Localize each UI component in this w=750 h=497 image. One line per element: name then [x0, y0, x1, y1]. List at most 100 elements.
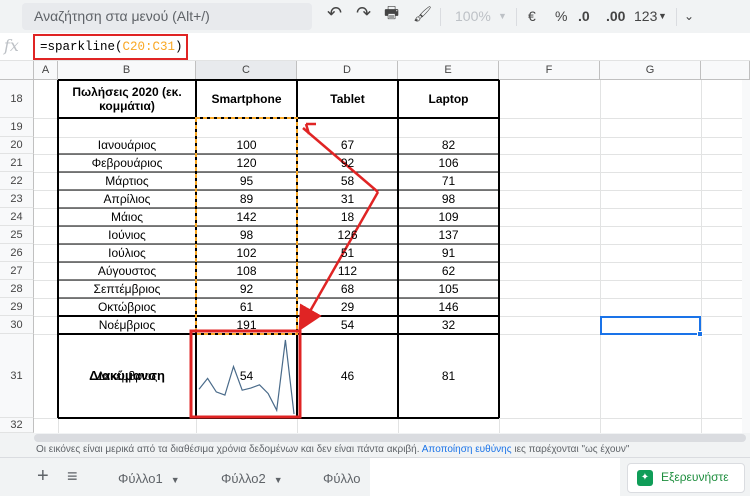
smartphone-cell[interactable]: 54 — [196, 334, 297, 418]
variance-label[interactable]: Διακύμανση — [58, 334, 196, 418]
more-formats-button[interactable]: 123 — [634, 7, 657, 25]
tablet-cell[interactable]: 68 — [297, 280, 398, 298]
sheet-tab-3[interactable]: Φύλλο — [323, 466, 361, 492]
tablet-cell[interactable]: 126 — [297, 226, 398, 244]
header-laptop[interactable]: Laptop — [398, 80, 499, 118]
tablet-cell[interactable]: 54 — [297, 316, 398, 334]
header-sales-2020[interactable]: Πωλήσεις 2020 (εκ. κομμάτια) — [58, 80, 196, 118]
increase-decimal-button[interactable]: .00 — [606, 7, 625, 25]
laptop-cell[interactable]: 91 — [398, 244, 499, 262]
column-header-c[interactable]: C — [196, 61, 297, 80]
laptop-cell[interactable]: 105 — [398, 280, 499, 298]
column-header-f[interactable]: F — [499, 61, 600, 80]
smartphone-cell[interactable]: 92 — [196, 280, 297, 298]
sheet-tab-1[interactable]: Φύλλο1 ▼ — [118, 466, 180, 492]
month-cell[interactable]: Ιούλιος — [58, 244, 196, 262]
column-header-a[interactable]: A — [34, 61, 58, 80]
selected-cell-g31[interactable] — [600, 316, 701, 335]
row-header-21[interactable]: 21 — [0, 154, 34, 172]
smartphone-cell[interactable]: 142 — [196, 208, 297, 226]
smartphone-cell[interactable]: 61 — [196, 298, 297, 316]
vertical-scrollbar[interactable] — [742, 80, 750, 433]
tablet-cell[interactable]: 46 — [297, 334, 398, 418]
tablet-cell[interactable]: 58 — [297, 172, 398, 190]
redo-icon[interactable]: ↷ — [356, 4, 371, 22]
laptop-cell[interactable]: 98 — [398, 190, 499, 208]
row-header-29[interactable]: 29 — [0, 298, 34, 316]
smartphone-cell[interactable]: 98 — [196, 226, 297, 244]
select-all-corner[interactable] — [0, 61, 34, 80]
tablet-cell[interactable]: 67 — [297, 137, 398, 154]
month-cell[interactable]: Απρίλιος — [58, 190, 196, 208]
row-header-22[interactable]: 22 — [0, 172, 34, 190]
tablet-cell[interactable]: 92 — [297, 154, 398, 172]
row-header-32[interactable]: 32 — [0, 418, 34, 433]
month-cell[interactable]: Οκτώβριος — [58, 298, 196, 316]
laptop-cell[interactable]: 137 — [398, 226, 499, 244]
column-header-e[interactable]: E — [398, 61, 499, 80]
zoom-select[interactable]: 100% — [455, 7, 491, 25]
scrollbar-thumb[interactable] — [34, 434, 746, 442]
column-header-h[interactable] — [701, 61, 750, 80]
undo-icon[interactable]: ↶ — [327, 4, 342, 22]
currency-button[interactable]: € — [528, 7, 536, 25]
laptop-cell[interactable]: 109 — [398, 208, 499, 226]
row-header-26[interactable]: 26 — [0, 244, 34, 262]
decrease-decimal-button[interactable]: .0 — [578, 7, 590, 25]
header-tablet[interactable]: Tablet — [297, 80, 398, 118]
explore-button[interactable]: ✦ Εξερευνήστε — [627, 463, 745, 493]
row-header-28[interactable]: 28 — [0, 280, 34, 298]
row-header-23[interactable]: 23 — [0, 190, 34, 208]
sheet-tab-2[interactable]: Φύλλο2 ▼ — [221, 466, 283, 492]
month-cell[interactable]: Ιούνιος — [58, 226, 196, 244]
month-cell[interactable]: Μάιος — [58, 208, 196, 226]
month-cell[interactable]: Αύγουστος — [58, 262, 196, 280]
row-header-19[interactable]: 19 — [0, 118, 34, 137]
tablet-cell[interactable]: 51 — [297, 244, 398, 262]
row-header-27[interactable]: 27 — [0, 262, 34, 280]
percent-button[interactable]: % — [555, 7, 567, 25]
laptop-cell[interactable]: 106 — [398, 154, 499, 172]
laptop-cell[interactable]: 82 — [398, 137, 499, 154]
paint-format-icon[interactable]: 🖌 — [413, 6, 432, 24]
tablet-cell[interactable]: 18 — [297, 208, 398, 226]
month-cell[interactable]: Φεβρουάριος — [58, 154, 196, 172]
row-header-18[interactable]: 18 — [0, 80, 34, 118]
tablet-cell[interactable]: 29 — [297, 298, 398, 316]
add-sheet-icon[interactable]: + — [37, 465, 49, 488]
smartphone-cell[interactable]: 100 — [196, 137, 297, 154]
month-cell[interactable]: Σεπτέμβριος — [58, 280, 196, 298]
formula-input[interactable]: =sparkline(C20:C31) — [33, 34, 188, 60]
disclaimer-link[interactable]: Αποποίηση ευθύνης — [422, 444, 512, 455]
month-cell[interactable]: Ιανουάριος — [58, 137, 196, 154]
horizontal-scrollbar[interactable] — [0, 433, 750, 443]
tablet-cell[interactable]: 112 — [297, 262, 398, 280]
month-cell[interactable]: Μάρτιος — [58, 172, 196, 190]
row-header-30[interactable]: 30 — [0, 316, 34, 334]
laptop-cell[interactable]: 71 — [398, 172, 499, 190]
print-icon[interactable]: 🖶 — [384, 5, 399, 23]
laptop-cell[interactable]: 62 — [398, 262, 499, 280]
laptop-cell[interactable]: 146 — [398, 298, 499, 316]
column-header-d[interactable]: D — [297, 61, 398, 80]
menu-search-input[interactable]: Αναζήτηση στα μενού (Alt+/) — [22, 3, 312, 30]
smartphone-cell[interactable]: 108 — [196, 262, 297, 280]
column-header-g[interactable]: G — [600, 61, 701, 80]
tablet-cell[interactable]: 31 — [297, 190, 398, 208]
smartphone-cell[interactable]: 102 — [196, 244, 297, 262]
font-select-chevron-icon[interactable]: ⌄ — [684, 7, 694, 25]
row-header-25[interactable]: 25 — [0, 226, 34, 244]
laptop-cell[interactable]: 32 — [398, 316, 499, 334]
laptop-cell[interactable]: 81 — [398, 334, 499, 418]
column-header-b[interactable]: B — [58, 61, 196, 80]
smartphone-cell[interactable]: 191 — [196, 316, 297, 334]
row-header-20[interactable]: 20 — [0, 137, 34, 154]
row-header-31[interactable]: 31 — [0, 334, 34, 418]
fill-handle[interactable] — [697, 331, 703, 337]
row-header-24[interactable]: 24 — [0, 208, 34, 226]
all-sheets-icon[interactable]: ≡ — [67, 466, 78, 487]
month-cell[interactable]: Νοέμβριος — [58, 316, 196, 334]
header-smartphone[interactable]: Smartphone — [196, 80, 297, 118]
smartphone-cell[interactable]: 89 — [196, 190, 297, 208]
smartphone-cell[interactable]: 95 — [196, 172, 297, 190]
